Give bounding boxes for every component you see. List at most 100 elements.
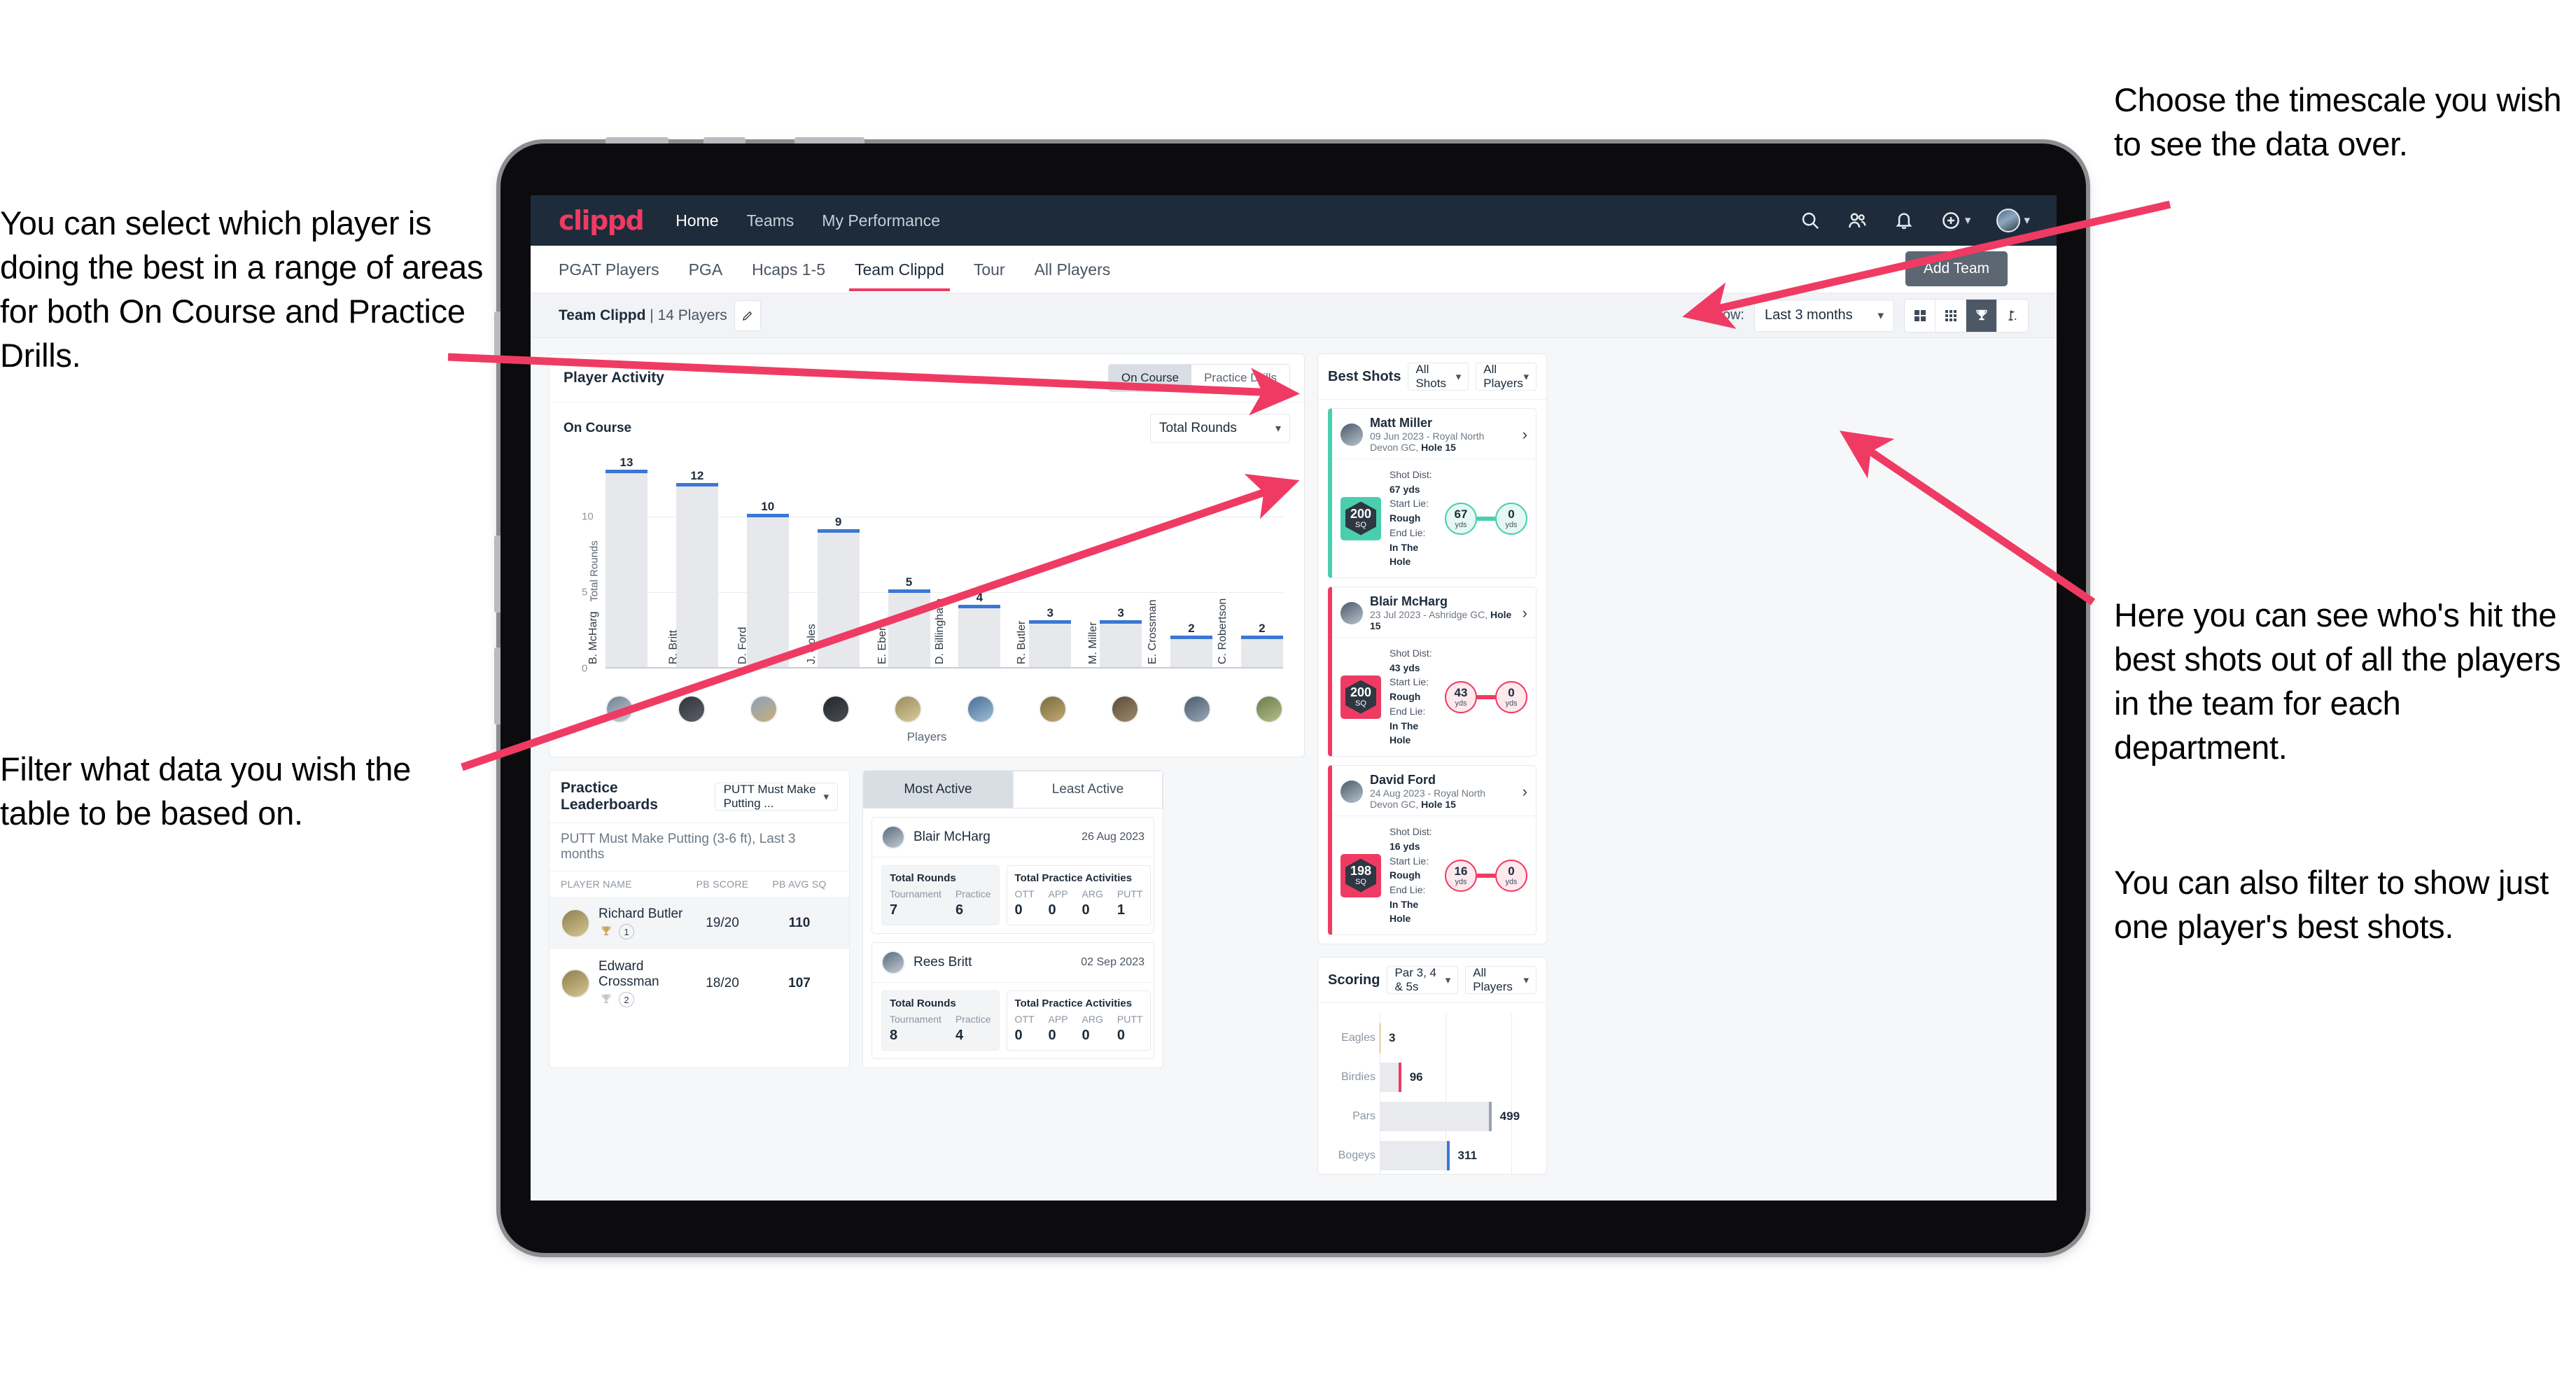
trophy-icon	[601, 926, 611, 936]
bar-column[interactable]: 5 E. Ebert	[876, 456, 930, 668]
chevron-right-icon[interactable]: ›	[1522, 783, 1527, 801]
best-shot-card[interactable]: Blair McHarg 23 Jul 2023 - Ashridge GC, H…	[1328, 587, 1536, 757]
player-avatar[interactable]	[822, 695, 850, 723]
metric-key: Tournament	[890, 1014, 941, 1025]
player-activity-header: Player Activity On Course Practice Drill…	[550, 354, 1304, 402]
tab-most-active[interactable]: Most Active	[863, 771, 1013, 808]
shot-quality-badge: 198 SQ	[1340, 853, 1381, 897]
screenshot-root: You can select which player is doing the…	[0, 0, 2576, 1386]
scoring-bar	[1380, 1141, 1450, 1171]
avatar	[561, 968, 590, 998]
tab-pga[interactable]: PGA	[689, 248, 723, 290]
shot-connector	[1477, 694, 1495, 699]
player-avatar[interactable]	[750, 695, 778, 723]
scoring-player-filter[interactable]: All Players ▾	[1465, 966, 1537, 995]
scoring-par-filter[interactable]: Par 3, 4 & 5s ▾	[1387, 966, 1459, 995]
clippd-logo[interactable]: clippd	[559, 205, 645, 236]
best-shot-player-name: Blair McHarg	[1370, 594, 1448, 609]
practice-metric: PUTT 1	[1117, 888, 1143, 918]
player-avatar[interactable]	[966, 695, 995, 723]
player-avatar[interactable]	[606, 695, 634, 723]
player-avatar[interactable]	[1038, 695, 1067, 723]
shot-score-unit: SQ	[1355, 878, 1366, 887]
table-row[interactable]: Richard Butler 1 19/20 110	[550, 897, 849, 949]
bar-column[interactable]: 3 R. Butler	[1016, 456, 1072, 668]
bar-column[interactable]: 10 D. Ford	[736, 456, 789, 668]
bar-column[interactable]: 13 B. McHarg	[587, 456, 648, 668]
shot-score-unit: SQ	[1355, 699, 1366, 708]
bell-icon[interactable]	[1893, 210, 1914, 231]
tab-least-active[interactable]: Least Active	[1013, 771, 1163, 808]
metric-key: Practice	[955, 888, 991, 899]
bar-column[interactable]: 3 M. Miller	[1087, 456, 1142, 668]
best-shots-shot-filter[interactable]: All Shots ▾	[1408, 363, 1469, 391]
tab-hcaps-1-5[interactable]: Hcaps 1-5	[752, 248, 825, 290]
nav-item-home[interactable]: Home	[676, 211, 718, 230]
shot-score-unit: SQ	[1355, 521, 1366, 530]
trophy-icon[interactable]	[1966, 299, 1997, 332]
tab-team-clippd[interactable]: Team Clippd	[849, 248, 950, 291]
drill-select[interactable]: PUTT Must Make Putting ... ▾	[714, 783, 838, 811]
timescale-select[interactable]: Last 3 months ▾	[1754, 299, 1894, 332]
tab-all-players[interactable]: All Players	[1035, 248, 1111, 290]
best-shot-card[interactable]: Matt Miller 09 Jun 2023 - Royal North Dev…	[1328, 408, 1536, 579]
main-nav: Home Teams My Performance	[676, 211, 940, 230]
bar-label: R. Britt	[667, 630, 680, 664]
practice-activities-title: Total Practice Activities	[1014, 872, 1133, 884]
activity-card-header: Blair McHarg 26 Aug 2023	[872, 818, 1154, 858]
shot-dist-row: Shot Dist: 16 yds	[1390, 826, 1432, 852]
shot-to-value: 0	[1508, 864, 1515, 878]
tab-pgat-players[interactable]: PGAT Players	[559, 248, 659, 290]
device-button-side-2	[494, 536, 500, 612]
add-team-button[interactable]: Add Team	[1905, 251, 2008, 286]
activity-player-card[interactable]: Blair McHarg 26 Aug 2023 Total Rounds Tourn…	[872, 817, 1154, 934]
player-avatar[interactable]	[678, 695, 706, 723]
player-avatar[interactable]	[1182, 695, 1211, 723]
best-shot-body: 200 SQ Shot Dist: 67 yds Start Lie: Rough En…	[1332, 459, 1536, 578]
search-icon[interactable]	[1800, 210, 1821, 231]
bar-column[interactable]: 2 E. Crossman	[1147, 456, 1212, 668]
table-row[interactable]: Edward Crossman 2 18/20 107	[550, 949, 849, 1017]
best-shot-info: Blair McHarg 23 Jul 2023 - Ashridge GC, H…	[1370, 594, 1516, 631]
nav-item-teams[interactable]: Teams	[747, 211, 794, 230]
best-shots-player-filter[interactable]: All Players ▾	[1476, 363, 1536, 391]
edit-team-button[interactable]	[734, 300, 761, 331]
player-activity-title: Player Activity	[564, 370, 664, 386]
best-shot-card[interactable]: David Ford 24 Aug 2023 - Royal North Devo…	[1328, 765, 1536, 936]
grid-4-icon[interactable]	[1905, 299, 1935, 332]
best-shot-body: 200 SQ Shot Dist: 43 yds Start Lie: Rough En…	[1332, 638, 1536, 756]
people-icon[interactable]	[1847, 210, 1868, 231]
bar-column[interactable]: 4 D. Billingham	[934, 456, 1001, 668]
segment-on-course[interactable]: On Course	[1108, 365, 1192, 391]
bar-column[interactable]: 9 J. Coles	[806, 456, 860, 668]
chevron-right-icon[interactable]: ›	[1522, 426, 1527, 444]
grid-9-icon[interactable]	[1935, 299, 1966, 332]
best-shot-header: Matt Miller 09 Jun 2023 - Royal North Dev…	[1332, 409, 1536, 459]
activity-player-card[interactable]: Rees Britt 02 Sep 2023 Total Rounds Tournam…	[872, 942, 1154, 1059]
chevron-right-icon[interactable]: ›	[1522, 604, 1527, 622]
avatar	[561, 908, 590, 938]
chevron-down-icon: ▾	[1964, 214, 1971, 227]
segment-practice-drills[interactable]: Practice Drills	[1191, 365, 1289, 391]
shot-from-value: 43	[1454, 685, 1468, 699]
scoring-value: 96	[1409, 1070, 1423, 1084]
nav-item-my-performance[interactable]: My Performance	[822, 211, 940, 230]
add-menu[interactable]: ▾	[1940, 210, 1971, 231]
bar-column[interactable]: 12 R. Britt	[667, 456, 718, 668]
bar-column[interactable]: 2 C. Robertson	[1217, 456, 1283, 668]
best-shots-list: Matt Miller 09 Jun 2023 - Royal North Dev…	[1318, 408, 1546, 936]
bottom-panels: Practice Leaderboards PUTT Must Make Put…	[549, 770, 1305, 1068]
player-avatar[interactable]	[1110, 695, 1139, 723]
chart-metric-select[interactable]: Total Rounds ▾	[1150, 414, 1290, 443]
player-avatar[interactable]	[894, 695, 923, 723]
golf-flag-icon[interactable]	[1997, 300, 2028, 332]
metric-key: ARG	[1082, 1014, 1103, 1025]
tablet-device: clippd Home Teams My Performance ▾ ▾ PGA…	[494, 137, 2086, 1253]
metric-value: 0	[1048, 1028, 1056, 1043]
bar: E. Ebert	[876, 589, 930, 668]
user-menu[interactable]: ▾	[1996, 209, 2030, 232]
shot-start-node: 16 yds	[1445, 859, 1477, 892]
tab-tour[interactable]: Tour	[974, 248, 1005, 290]
metric-value: 4	[955, 1028, 964, 1043]
player-avatar[interactable]	[1254, 695, 1283, 723]
